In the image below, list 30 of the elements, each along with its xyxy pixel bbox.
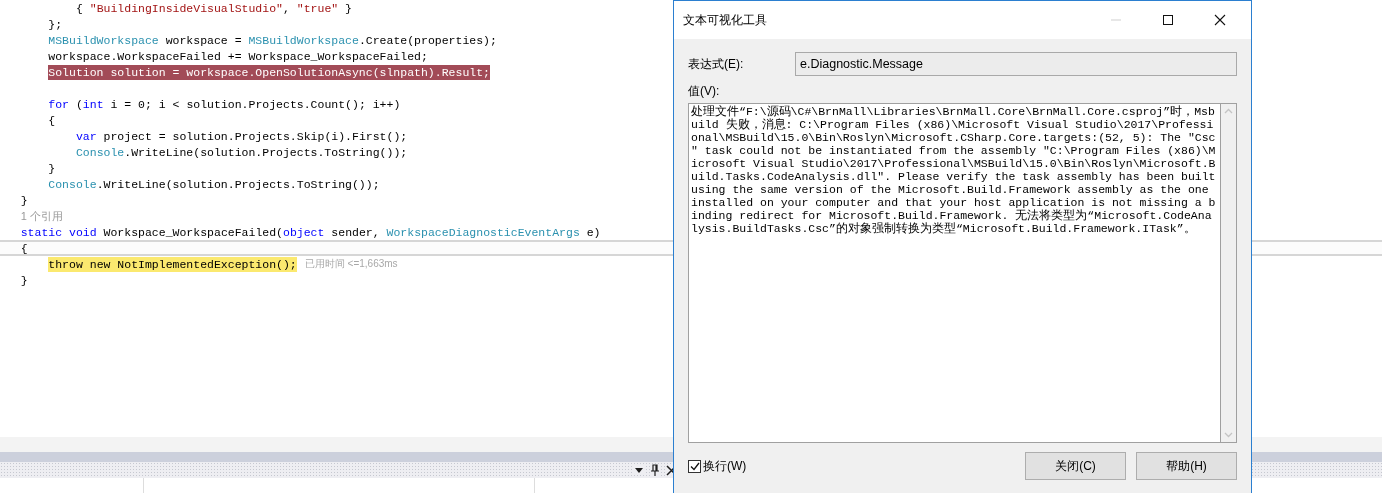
help-button[interactable]: 帮助(H): [1136, 452, 1237, 480]
expression-field[interactable]: e.Diagnostic.Message: [795, 52, 1237, 76]
performance-tip: 已用时间 <=1,663ms: [304, 257, 398, 271]
check-icon: [689, 461, 700, 471]
code-line: Console.WriteLine(solution.Projects.ToString());: [48, 176, 380, 192]
code-line: MSBuildWorkspace workspace = MSBuildWorkspace.Create(properties);: [48, 32, 497, 48]
code-line: for (int i = 0; i < solution.Projects.Count(); i++): [48, 96, 401, 112]
wrap-checkbox[interactable]: 换行(W): [688, 457, 1015, 475]
pin-icon[interactable]: [650, 464, 660, 476]
close-icon: [1214, 14, 1226, 26]
scroll-down-icon: [1224, 432, 1233, 438]
field-label: 表达式(E):: [688, 55, 745, 73]
maximize-icon: [1162, 14, 1174, 26]
code-line: Console.WriteLine(solution.Projects.ToString());: [75, 144, 408, 160]
scroll-up-icon: [1224, 108, 1233, 114]
code-line: }: [20, 192, 28, 208]
close-button[interactable]: 关闭(C): [1025, 452, 1126, 480]
code-line: {: [48, 112, 56, 128]
field-label: 值(V):: [688, 83, 721, 99]
dropdown-icon[interactable]: [634, 466, 644, 474]
code-line: {: [20, 240, 28, 256]
code-line: var project = solution.Projects.Skip(i).First();: [75, 128, 408, 144]
dialog-title: 文本可视化工具: [683, 11, 768, 29]
value-field[interactable]: 处理文件“F:\源码\C#\BrnMall\Libraries\BrnMall.Core\BrnMall.Core.csproj”时，Msbuild 失败，消息: C:\Program Files (x86)\Microsoft Visual Studio\2017\Professional\MSBuild\15.0\Bin\Roslyn\Microsoft.CSharp.Core.targets:(52, 5): The "Csc" task could not be instantiated from the assembly "C:\Program Files (x86)\Microsoft Visual Studio\2017\Professional\MSBuild\15.0\Bin\Roslyn\Microsoft.Build.Tasks.CodeAnalysis.dll". Please verify the task assembly has been built using the same version of the Microsoft.Build.Framework assembly as the one installed on your computer and that your host application is not missing a binding redirect for Microsoft.Build.Framework. 无法将类型为“Microsoft.CodeAnalysis.BuildTasks.Csc”的对象强制转换为类型“Microsoft.Build.Framework.ITask”。: [688, 103, 1237, 443]
code-line: };: [48, 16, 63, 32]
code-line: }: [20, 272, 28, 288]
code-line: workspace.WorkspaceFailed += Workspace_WorkspaceFailed;: [48, 48, 428, 64]
code-line: static void Workspace_WorkspaceFailed(object sender, WorkspaceDiagnosticEventArgs e): [20, 224, 601, 240]
code-line: { "BuildingInsideVisualStudio", "true" }: [75, 0, 352, 16]
code-line: }: [48, 160, 56, 176]
